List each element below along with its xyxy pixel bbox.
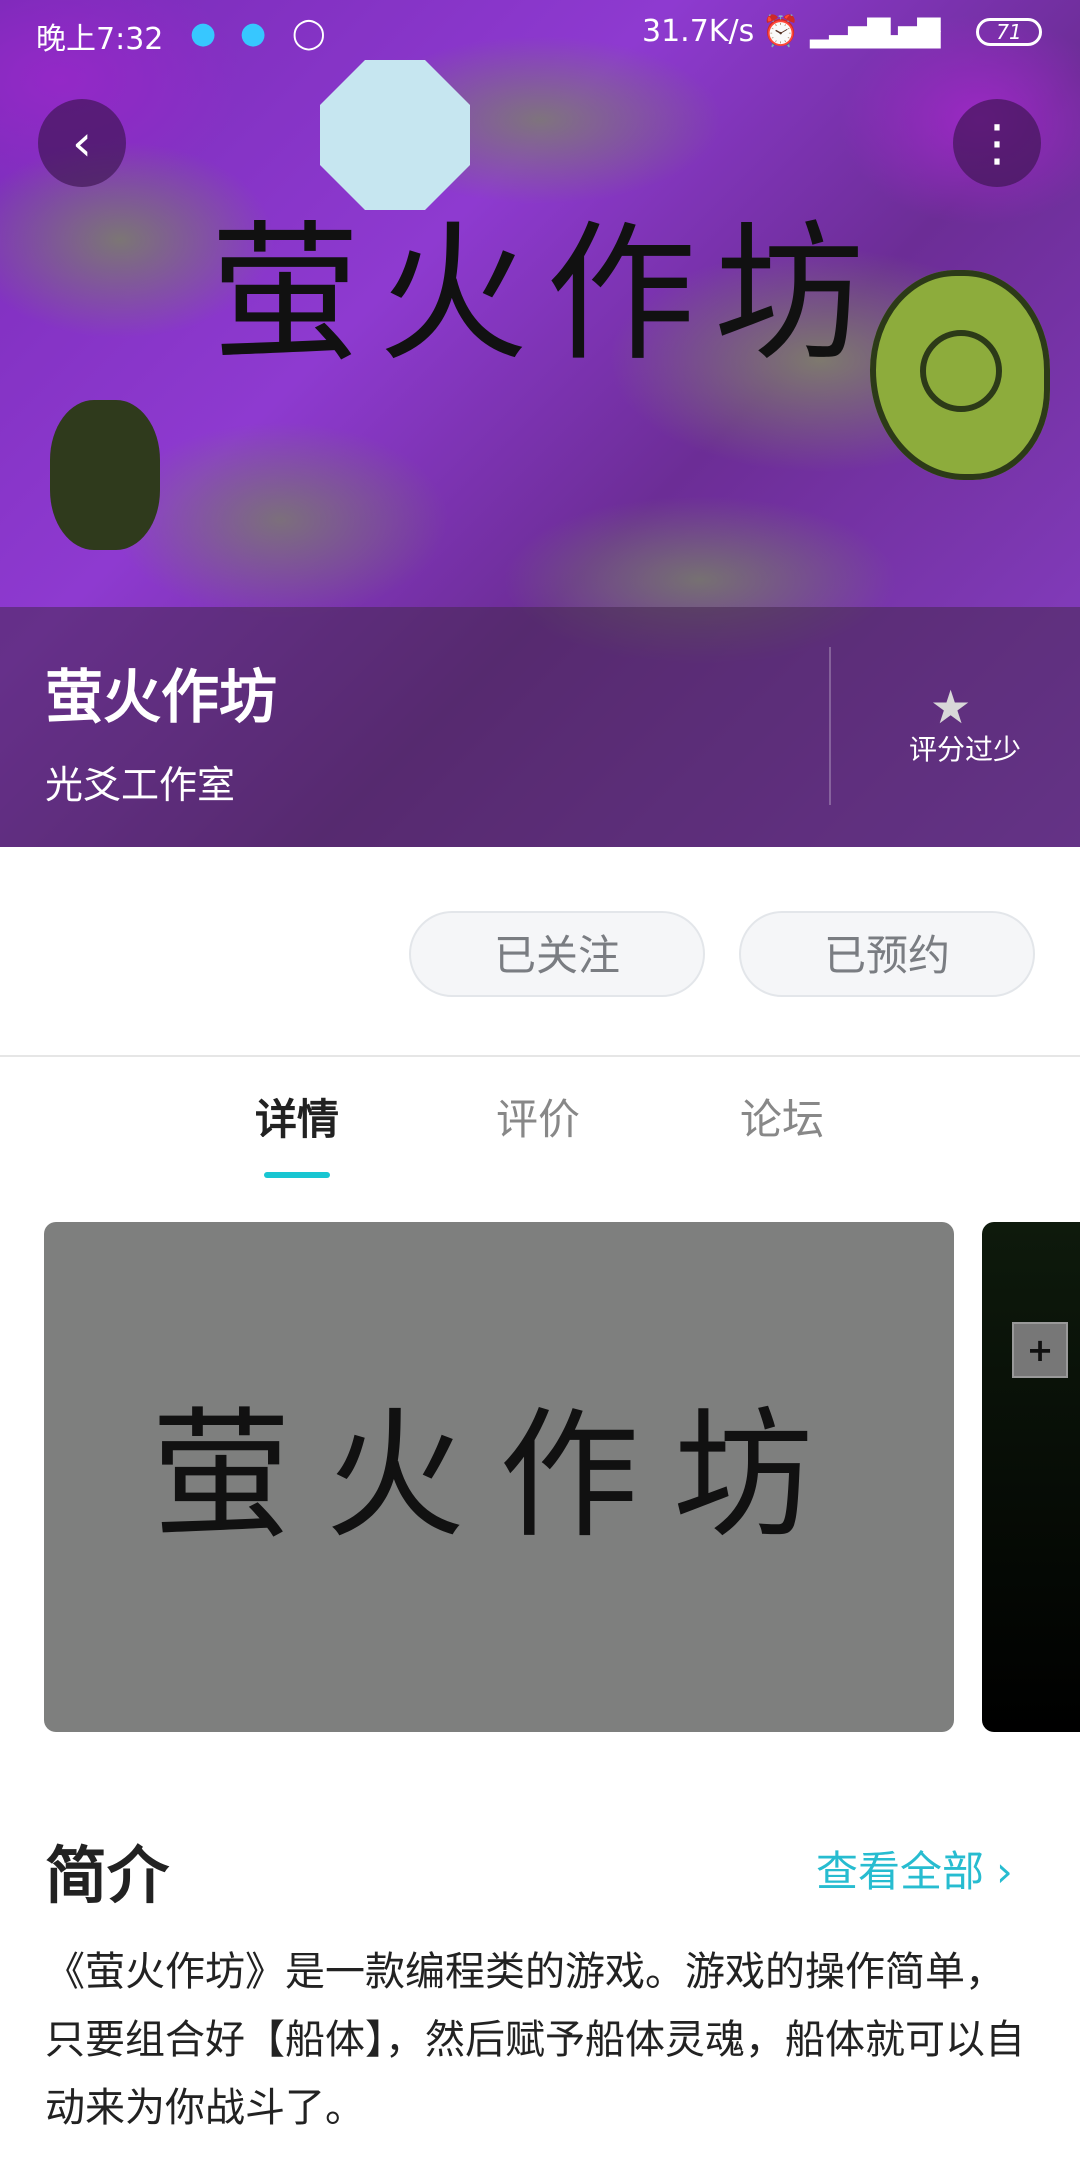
chevron-right-icon: › (996, 1847, 1013, 1896)
header-banner: 萤火作坊 晚上7:32 ● ● ◯ 31.7K/s ⏰ ▂▃▅▇ ▂▃▅▇ ◈ … (0, 0, 1080, 847)
alarm-icon: ⏰ (762, 14, 800, 49)
timer-icon: ◯ (292, 16, 326, 51)
banner-shell-spiral (920, 330, 1002, 412)
game-title: 萤火作坊 (45, 663, 278, 731)
back-button[interactable]: ‹ (38, 99, 126, 187)
intro-text: 《萤火作坊》是一款编程类的游戏。游戏的操作简单，只要组合好【船体】，然后赋予船体… (45, 1949, 1025, 2131)
banner-art-title: 萤火作坊 (210, 208, 883, 382)
star-icon: ★ (930, 680, 972, 734)
tab-details[interactable]: 详情 (255, 1086, 339, 1147)
banner-ant-art (50, 400, 160, 550)
rating-status: 评分过少 (908, 733, 1021, 766)
status-time: 晚上7:32 (36, 22, 164, 57)
more-options-button[interactable]: ⋮ (953, 99, 1041, 187)
rating-divider (829, 647, 831, 805)
follow-button[interactable]: 已关注 (409, 911, 705, 997)
intro-heading: 简介 (45, 1839, 170, 1912)
chevron-left-icon: ‹ (72, 114, 92, 172)
reserve-button[interactable]: 已预约 (739, 911, 1035, 997)
active-tab-indicator (264, 1172, 330, 1178)
wifi-icon: ◈ (918, 12, 942, 47)
banner-virus-art (320, 60, 470, 210)
tab-reviews[interactable]: 评价 (496, 1086, 580, 1147)
screenshot-title-text: 萤火作坊 (150, 1395, 847, 1558)
screenshot-1[interactable]: 萤火作坊 (44, 1222, 954, 1732)
section-divider (0, 1055, 1080, 1057)
qq-icon: ● (190, 16, 217, 51)
game-developer[interactable]: 光爻工作室 (45, 754, 235, 809)
tab-forum[interactable]: 论坛 (740, 1086, 824, 1147)
view-all-link[interactable]: 查看全部 › (816, 1838, 1013, 1899)
screenshot-2[interactable]: + (982, 1222, 1080, 1732)
network-speed: 31.7K/s (642, 14, 755, 49)
qq-icon: ● (240, 16, 267, 51)
plus-icon: + (1012, 1322, 1068, 1378)
status-bar: 晚上7:32 ● ● ◯ 31.7K/s ⏰ ▂▃▅▇ ▂▃▅▇ ◈ 71 (0, 0, 1080, 66)
battery-icon: 71 (976, 18, 1042, 46)
view-all-label: 查看全部 (816, 1847, 985, 1896)
more-vertical-icon: ⋮ (972, 114, 1022, 172)
